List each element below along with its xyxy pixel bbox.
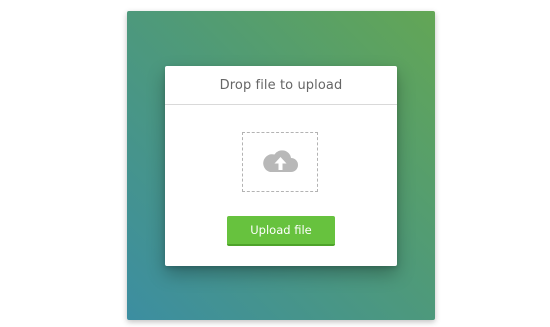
cloud-upload-icon [261,146,299,178]
file-dropzone[interactable] [242,132,318,192]
dialog-title: Drop file to upload [219,77,343,93]
dialog-header: Drop file to upload [165,66,397,105]
upload-dialog: Drop file to upload Upload file [165,66,397,266]
upload-file-button[interactable]: Upload file [227,216,335,246]
